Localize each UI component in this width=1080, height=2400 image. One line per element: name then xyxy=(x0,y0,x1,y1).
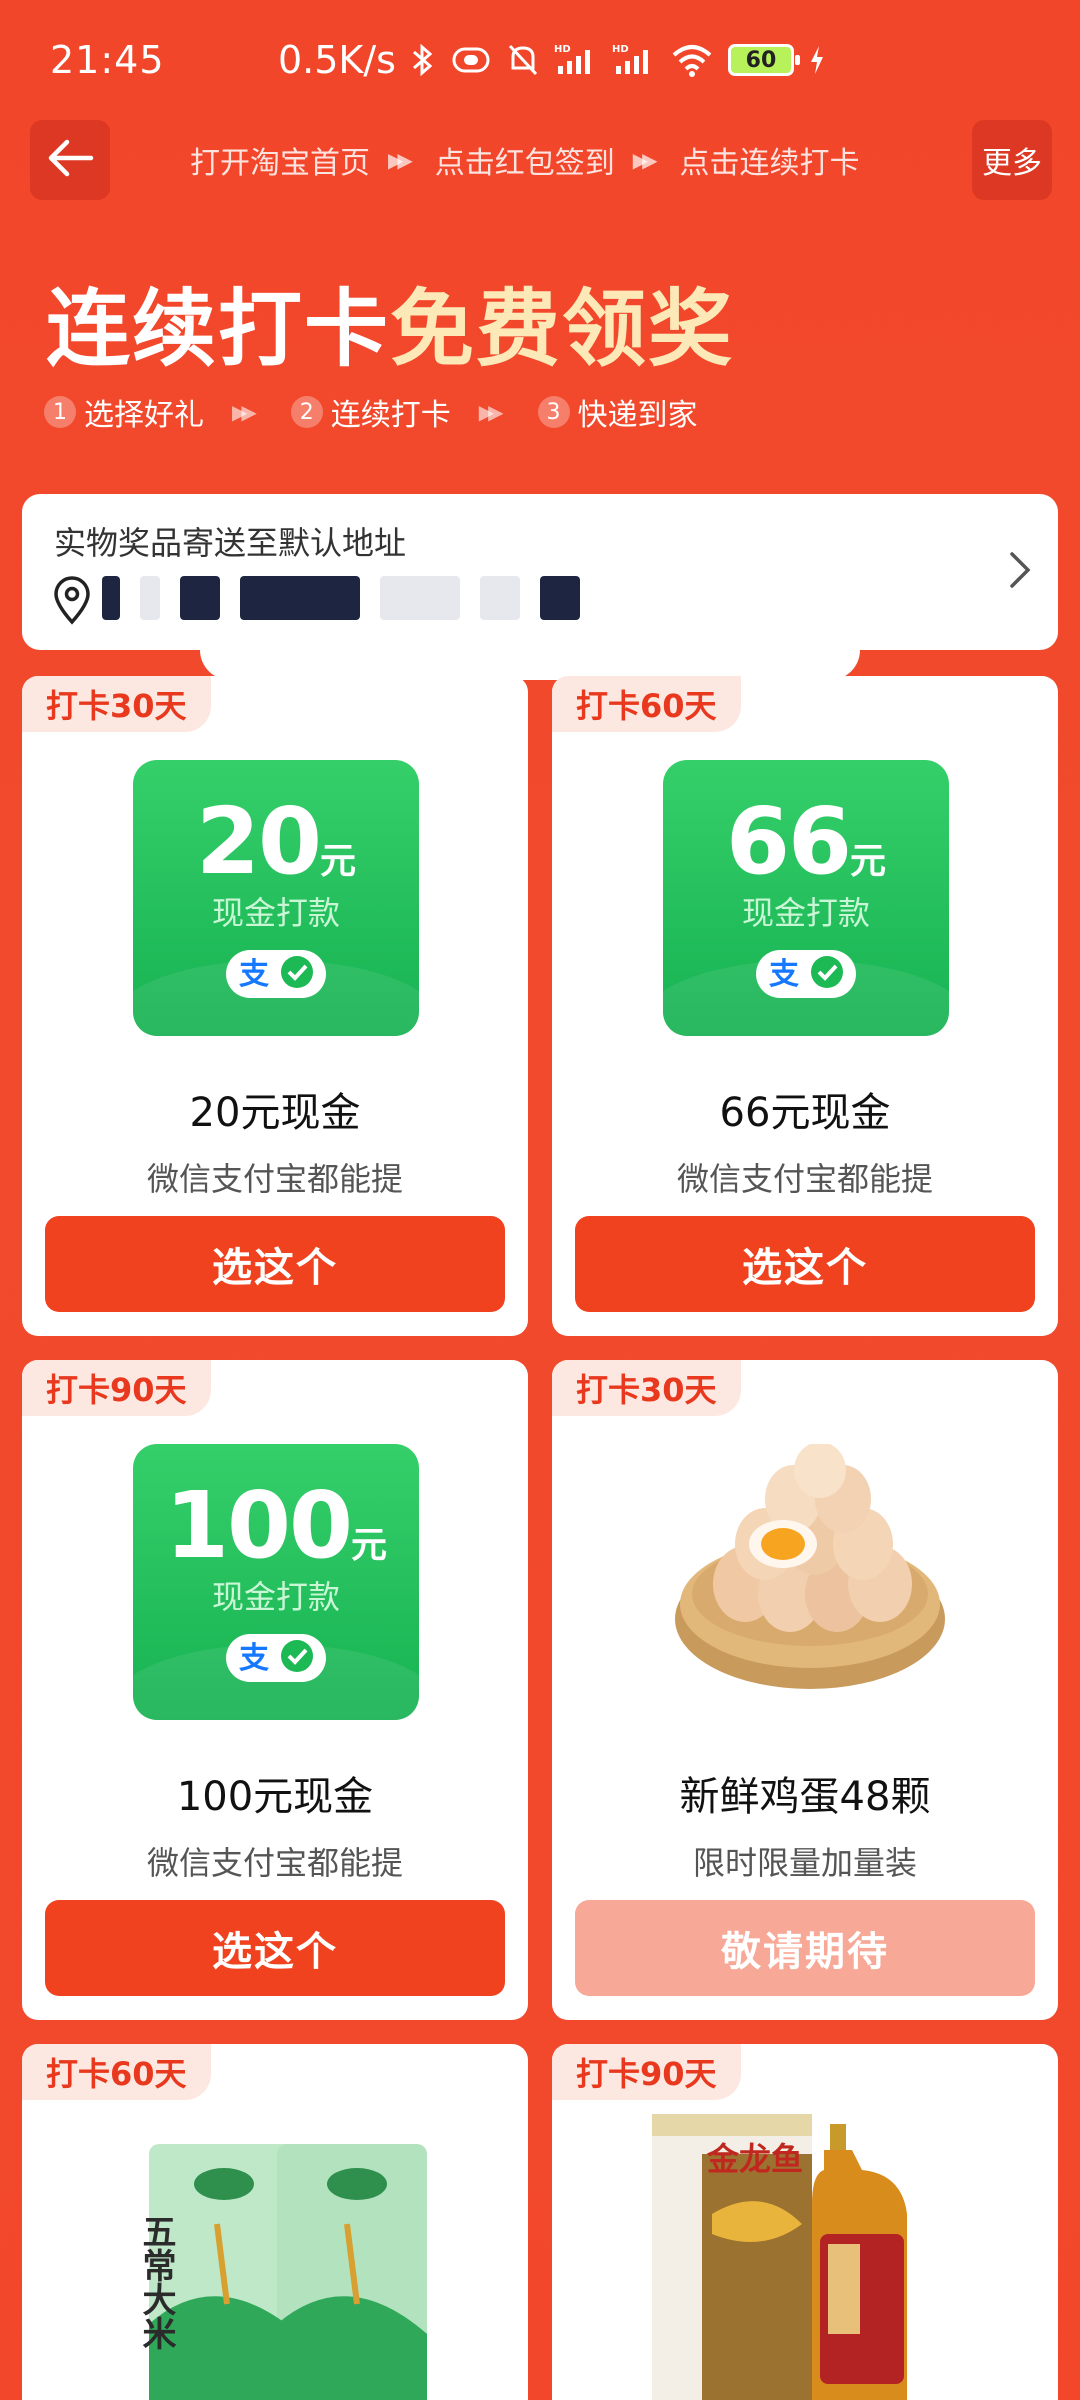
redaction-smudge xyxy=(200,640,860,680)
redaction-block xyxy=(102,576,120,620)
reward-title: 66元现金 xyxy=(719,1090,891,1136)
nav-step-3: 点击连续打卡 xyxy=(679,146,860,181)
reward-card[interactable]: 打卡90天 100元 现金打款 支 100元现金 微信支付宝都能提 选这个 xyxy=(22,1360,528,2020)
double-chevron-icon: ▶▶ xyxy=(232,400,257,424)
status-time: 21:45 xyxy=(50,38,165,82)
reward-card[interactable]: 打卡90天 金龙鱼 xyxy=(552,2044,1058,2400)
alipay-icon: 支 xyxy=(767,954,803,994)
checkin-days-tag: 打卡30天 xyxy=(552,1360,741,1416)
mute-bell-icon xyxy=(506,42,540,78)
signal-hd-icon-1: HD xyxy=(554,42,598,78)
cash-tile-subtitle: 现金打款 xyxy=(211,1578,340,1616)
cash-amount: 20元 xyxy=(195,788,357,895)
status-icons: 0.5K/s HD HD 60 xyxy=(278,38,826,82)
cash-reward-tile: 100元 现金打款 支 xyxy=(133,1444,419,1720)
select-button[interactable]: 选这个 xyxy=(45,1216,505,1312)
charging-icon xyxy=(808,44,826,76)
double-chevron-icon: ▶▶ xyxy=(478,400,504,424)
svg-text:支: 支 xyxy=(239,1641,269,1674)
svg-text:HD: HD xyxy=(554,44,571,55)
checkin-days-tag: 打卡30天 xyxy=(22,676,211,732)
select-button[interactable]: 选这个 xyxy=(45,1900,505,1996)
cash-tile-subtitle: 现金打款 xyxy=(741,894,870,932)
reward-card[interactable]: 打卡30天 新鲜鸡蛋48颗 限时限量加量装 敬请期待 xyxy=(552,1360,1058,2020)
reward-title: 新鲜鸡蛋48颗 xyxy=(679,1774,931,1820)
address-redacted xyxy=(102,576,580,620)
cash-reward-tile: 20元 现金打款 支 xyxy=(133,760,419,1036)
checkin-days-tag: 打卡60天 xyxy=(22,2044,211,2100)
svg-text:支: 支 xyxy=(239,957,269,990)
wifi-icon xyxy=(670,43,714,77)
reward-title: 100元现金 xyxy=(176,1774,374,1820)
reward-card[interactable]: 打卡30天 20元 现金打款 支 20元现金 微信支付宝都能提 选这个 xyxy=(22,676,528,1336)
step-label: 快递到家 xyxy=(577,398,698,433)
cash-amount: 100元 xyxy=(164,1472,388,1579)
checkin-days-tag: 打卡90天 xyxy=(22,1360,211,1416)
step-number: 2 xyxy=(290,396,323,428)
process-steps: 1 选择好礼 ▶▶ 2 连续打卡 ▶▶ 3 快递到家 xyxy=(44,390,698,434)
eggs-product-image xyxy=(665,1442,955,1704)
double-chevron-icon: ▶▶ xyxy=(632,148,658,172)
redaction-block xyxy=(380,576,460,620)
redaction-block xyxy=(180,576,220,620)
back-button[interactable] xyxy=(30,120,110,200)
nav-step-2: 点击红包签到 xyxy=(434,146,615,181)
cash-tile-subtitle: 现金打款 xyxy=(211,894,340,932)
signal-hd-icon-2: HD xyxy=(612,42,656,78)
alipay-icon: 支 xyxy=(237,1638,273,1678)
bluetooth-icon xyxy=(410,42,436,78)
svg-text:支: 支 xyxy=(769,957,799,990)
more-button[interactable]: 更多 xyxy=(972,120,1052,200)
select-button[interactable]: 选这个 xyxy=(575,1216,1035,1312)
payment-methods: 支 xyxy=(226,950,326,998)
redaction-block xyxy=(540,576,580,620)
reward-title: 20元现金 xyxy=(189,1090,361,1136)
step-label: 连续打卡 xyxy=(330,398,451,433)
nav-step-1: 打开淘宝首页 xyxy=(190,146,370,181)
address-card[interactable]: 实物奖品寄送至默认地址 xyxy=(22,494,1058,650)
cash-reward-tile: 66元 现金打款 支 xyxy=(663,760,949,1036)
reward-card[interactable]: 打卡60天 五常大米 xyxy=(22,2044,528,2400)
redaction-block xyxy=(240,576,360,620)
arrow-left-icon xyxy=(45,138,95,182)
payment-methods: 支 xyxy=(226,1634,326,1682)
page-title-part1: 连续打卡 xyxy=(46,280,391,378)
step-number: 1 xyxy=(44,396,76,428)
nav-step-guide: 打开淘宝首页 ▶▶ 点击红包签到 ▶▶ 点击连续打卡 xyxy=(190,140,860,181)
reward-card[interactable]: 打卡60天 66元 现金打款 支 66元现金 微信支付宝都能提 选这个 xyxy=(552,676,1058,1336)
product-name: 金龙鱼 xyxy=(707,2140,804,2178)
product-name: 五常大米 xyxy=(136,2214,176,2350)
step-label: 选择好礼 xyxy=(84,398,204,433)
reward-subtitle: 微信支付宝都能提 xyxy=(676,1160,933,1198)
page-title-part2: 免费领奖 xyxy=(390,280,735,378)
double-chevron-icon: ▶▶ xyxy=(388,148,413,172)
oil-rice-product-image xyxy=(652,2094,982,2400)
reward-subtitle: 微信支付宝都能提 xyxy=(146,1844,403,1882)
payment-methods: 支 xyxy=(756,950,856,998)
alipay-icon: 支 xyxy=(237,954,273,994)
chevron-right-icon xyxy=(1008,550,1032,594)
coming-soon-button[interactable]: 敬请期待 xyxy=(575,1900,1035,1996)
wechat-icon xyxy=(809,954,845,994)
cash-amount: 66元 xyxy=(725,788,887,895)
checkin-days-tag: 打卡60天 xyxy=(552,676,741,732)
battery-indicator: 60 xyxy=(727,44,800,76)
redaction-block xyxy=(140,576,160,620)
reward-subtitle: 限时限量加量装 xyxy=(692,1844,917,1882)
status-bar: 21:45 0.5K/s HD HD 60 xyxy=(0,0,1080,128)
location-pin-icon xyxy=(52,576,92,630)
vibrate-icon xyxy=(450,45,492,75)
redaction-block xyxy=(480,576,520,620)
checkin-days-tag: 打卡90天 xyxy=(552,2044,741,2100)
svg-text:HD: HD xyxy=(612,44,629,55)
network-speed: 0.5K/s xyxy=(278,38,396,82)
address-label: 实物奖品寄送至默认地址 xyxy=(54,524,407,562)
page-title: 连续打卡免费领奖 xyxy=(46,262,734,383)
reward-subtitle: 微信支付宝都能提 xyxy=(146,1160,403,1198)
wechat-icon xyxy=(279,1638,315,1678)
wechat-icon xyxy=(279,954,315,994)
step-number: 3 xyxy=(537,396,570,428)
